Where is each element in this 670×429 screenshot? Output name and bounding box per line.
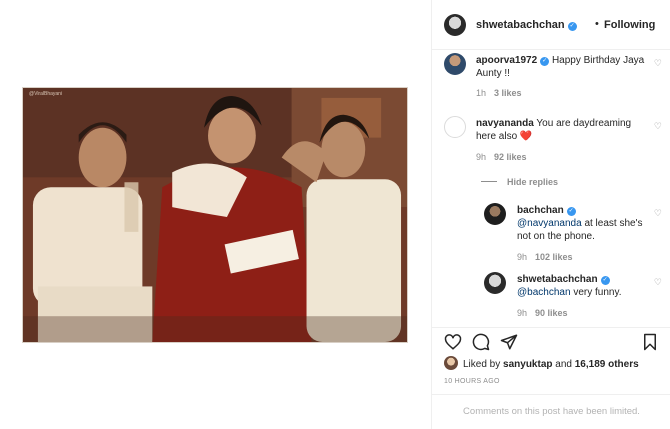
- reply-like-heart-icon[interactable]: ♡: [654, 208, 662, 219]
- commenter-avatar[interactable]: [444, 53, 466, 75]
- commenter-username[interactable]: apoorva1972: [476, 55, 537, 66]
- hide-replies-label[interactable]: Hide replies: [507, 177, 558, 187]
- reply-meta: 9h 102 likes: [517, 252, 573, 262]
- author-avatar[interactable]: [444, 14, 466, 36]
- share-paper-plane-icon[interactable]: [500, 333, 518, 351]
- post-photo[interactable]: @ViralBhayani: [22, 87, 408, 343]
- following-button[interactable]: Following: [604, 19, 655, 31]
- author-username-text[interactable]: shwetabachchan: [476, 19, 565, 31]
- reply-time: 9h: [517, 252, 528, 262]
- commenter-avatar[interactable]: [444, 116, 466, 138]
- reply-mention[interactable]: @navyananda: [517, 218, 582, 229]
- header-separator: •: [595, 18, 599, 30]
- reply-meta: 9h 90 likes: [517, 308, 568, 318]
- comment-like-heart-icon[interactable]: ♡: [654, 58, 662, 69]
- comment-like-heart-icon[interactable]: ♡: [654, 121, 662, 132]
- verified-badge-icon: ✓: [566, 207, 576, 216]
- replier-avatar[interactable]: [484, 272, 506, 294]
- comment-time: 9h: [476, 152, 487, 162]
- likes-summary: Liked by sanyuktap and 16,189 others: [463, 359, 639, 370]
- reply-likes-count[interactable]: 102 likes: [535, 252, 573, 262]
- reply-like-heart-icon[interactable]: ♡: [654, 277, 662, 288]
- verified-badge-icon: ✓: [540, 57, 550, 66]
- verified-badge-icon: ✓: [600, 276, 610, 285]
- photo-watermark: @ViralBhayani: [29, 91, 63, 97]
- actions-divider: [432, 327, 670, 328]
- liker-username[interactable]: sanyuktap: [503, 359, 552, 370]
- red-heart-emoji-icon: ❤️: [519, 131, 533, 142]
- reply-time: 9h: [517, 308, 528, 318]
- reply-mention[interactable]: @bachchan: [517, 287, 571, 298]
- commenter-username[interactable]: navyananda: [476, 118, 534, 129]
- post-timestamp[interactable]: 10 HOURS AGO: [444, 378, 500, 385]
- save-bookmark-icon[interactable]: [641, 333, 659, 351]
- reply-body: shwetabachchan ✓ @bachchan very funny.: [517, 273, 647, 299]
- comment-body: navyananda You are daydreaming here also…: [476, 117, 646, 143]
- comment-likes-count[interactable]: 3 likes: [494, 88, 522, 98]
- like-heart-icon[interactable]: [444, 333, 462, 351]
- vintage-family-photo: [23, 88, 407, 342]
- post-media-pane: @ViralBhayani: [0, 0, 431, 429]
- verified-badge-icon: ✓: [567, 22, 577, 31]
- author-username[interactable]: shwetabachchan ✓: [476, 19, 577, 31]
- liker-avatar[interactable]: [444, 356, 458, 370]
- replier-username[interactable]: bachchan: [517, 205, 564, 216]
- hide-replies-button[interactable]: Hide replies: [481, 177, 558, 187]
- likes-middle: and: [555, 359, 572, 370]
- comment-meta: 9h 92 likes: [476, 152, 527, 162]
- comment-likes-count[interactable]: 92 likes: [494, 152, 527, 162]
- reply-likes-count[interactable]: 90 likes: [535, 308, 568, 318]
- comment-body: apoorva1972 ✓ Happy Birthday Jaya Aunty !…: [476, 54, 646, 80]
- comment-bubble-icon[interactable]: [472, 333, 490, 351]
- replier-avatar[interactable]: [484, 203, 506, 225]
- reply-text: very funny.: [573, 287, 622, 298]
- comment-time: 1h: [476, 88, 487, 98]
- replier-username[interactable]: shwetabachchan: [517, 274, 598, 285]
- comments-limited-notice: Comments on this post have been limited.: [463, 406, 640, 417]
- likes-prefix: Liked by: [463, 359, 501, 370]
- likes-others-count[interactable]: 16,189 others: [575, 359, 639, 370]
- post-sidebar: shwetabachchan ✓ • Following apoorva1972 ✓…: [431, 0, 670, 429]
- hide-replies-line: [481, 181, 497, 182]
- reply-body: bachchan ✓ @navyananda at least she's not…: [517, 204, 647, 243]
- comment-meta: 1h 3 likes: [476, 88, 522, 98]
- post-header: shwetabachchan ✓ • Following: [432, 0, 670, 50]
